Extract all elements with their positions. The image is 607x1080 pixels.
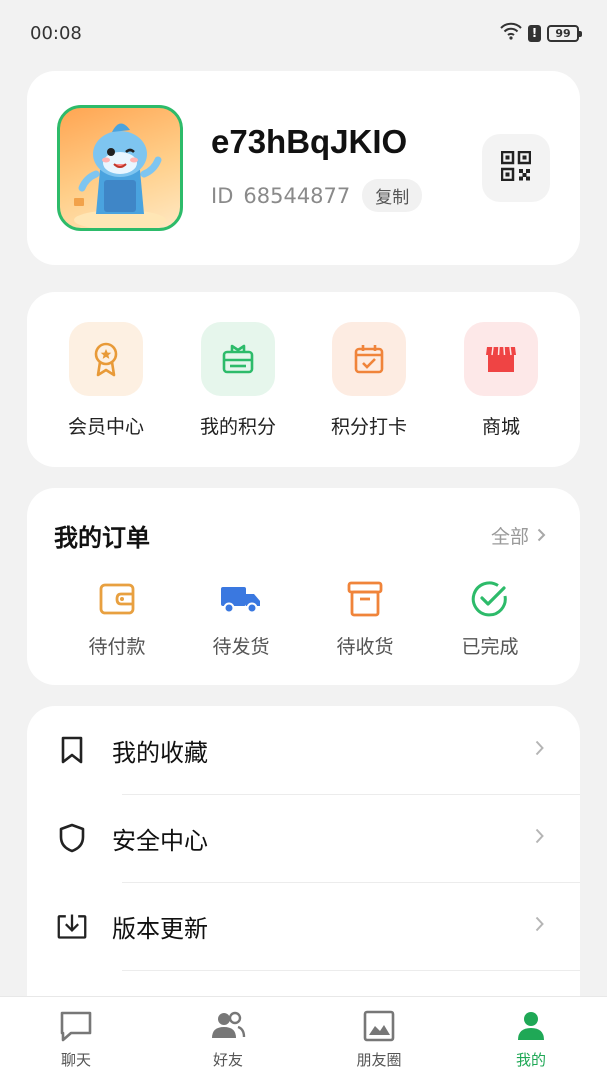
status-time: 00:08 <box>30 22 82 44</box>
username: e73hBqJKIO <box>211 123 408 160</box>
friends-icon <box>188 1009 268 1043</box>
status-bar: 00:08 ! 99 <box>0 0 607 66</box>
image-icon <box>339 1009 419 1043</box>
package-box-icon <box>315 578 415 620</box>
menu-label-update: 版本更新 <box>112 914 208 943</box>
order-label-completed: 已完成 <box>461 636 519 658</box>
alert-icon: ! <box>528 24 541 42</box>
menu-item-favorites[interactable]: 我的收藏 <box>27 706 580 794</box>
tab-moments[interactable]: 朋友圈 <box>339 1009 419 1070</box>
dolphin-mascot-icon <box>74 123 166 228</box>
quick-store[interactable]: 商城 <box>446 322 556 439</box>
qr-code-button[interactable] <box>482 134 550 202</box>
chevron-right-icon <box>535 916 544 936</box>
menu-label-security: 安全中心 <box>112 826 208 855</box>
quick-label-checkin: 积分打卡 <box>330 416 407 438</box>
quick-label-member: 会员中心 <box>67 416 144 438</box>
download-icon <box>57 911 87 941</box>
id-value: 68544877 <box>243 183 351 208</box>
order-label-ship: 待发货 <box>212 636 270 658</box>
tab-me[interactable]: 我的 <box>491 1009 571 1070</box>
shield-icon <box>57 823 87 853</box>
tab-chat[interactable]: 聊天 <box>36 1009 116 1070</box>
quick-actions-card: 会员中心 我的积分 积分打卡 商城 <box>27 292 580 467</box>
orders-card: 我的订单 全部 待付款 待发货 待收货 已完成 <box>27 488 580 685</box>
tab-label-moments: 朋友圈 <box>356 1051 402 1069</box>
orders-all-label: 全部 <box>490 526 529 548</box>
check-circle-icon <box>440 578 540 620</box>
quick-member-center[interactable]: 会员中心 <box>51 322 161 439</box>
avatar[interactable] <box>57 105 183 231</box>
qr-code-icon <box>500 150 532 185</box>
orders-title: 我的订单 <box>54 524 150 552</box>
settings-menu: 我的收藏 安全中心 版本更新 <box>27 706 580 1026</box>
chevron-right-icon <box>535 828 544 848</box>
tab-label-chat: 聊天 <box>60 1051 91 1069</box>
orders-all-link[interactable]: 全部 <box>491 522 546 549</box>
menu-item-security[interactable]: 安全中心 <box>27 794 580 882</box>
user-id-row: ID 68544877 复制 <box>211 179 423 212</box>
order-label-payment: 待付款 <box>88 636 146 658</box>
profile-card: e73hBqJKIO ID 68544877 复制 <box>27 71 580 265</box>
person-icon <box>491 1009 571 1043</box>
chevron-right-icon <box>537 525 546 547</box>
gift-card-icon <box>201 322 275 396</box>
order-pending-ship[interactable]: 待发货 <box>191 578 291 659</box>
quick-my-points[interactable]: 我的积分 <box>183 322 293 439</box>
menu-divider <box>122 970 580 971</box>
order-completed[interactable]: 已完成 <box>440 578 540 659</box>
chat-icon <box>36 1009 116 1043</box>
medal-icon <box>69 322 143 396</box>
order-label-receive: 待收货 <box>336 636 394 658</box>
truck-icon <box>191 578 291 620</box>
quick-label-store: 商城 <box>481 416 520 438</box>
copy-id-button[interactable]: 复制 <box>362 179 423 212</box>
wifi-icon <box>500 22 522 44</box>
chevron-right-icon <box>535 740 544 760</box>
order-pending-payment[interactable]: 待付款 <box>67 578 167 659</box>
battery-icon: 99 <box>547 24 582 42</box>
system-icons: ! 99 <box>500 22 582 44</box>
tab-label-friends: 好友 <box>212 1051 243 1069</box>
order-pending-receive[interactable]: 待收货 <box>315 578 415 659</box>
bottom-tab-bar: 聊天 好友 朋友圈 我的 <box>0 996 607 1080</box>
tab-friends[interactable]: 好友 <box>188 1009 268 1070</box>
bookmark-icon <box>57 735 87 765</box>
wallet-icon <box>67 578 167 620</box>
menu-item-update[interactable]: 版本更新 <box>27 882 580 970</box>
calendar-check-icon <box>332 322 406 396</box>
menu-label-favorites: 我的收藏 <box>112 738 208 767</box>
tab-label-me: 我的 <box>515 1051 546 1069</box>
quick-checkin[interactable]: 积分打卡 <box>314 322 424 439</box>
store-icon <box>464 322 538 396</box>
quick-label-points: 我的积分 <box>199 416 276 438</box>
id-label: ID <box>211 183 234 208</box>
